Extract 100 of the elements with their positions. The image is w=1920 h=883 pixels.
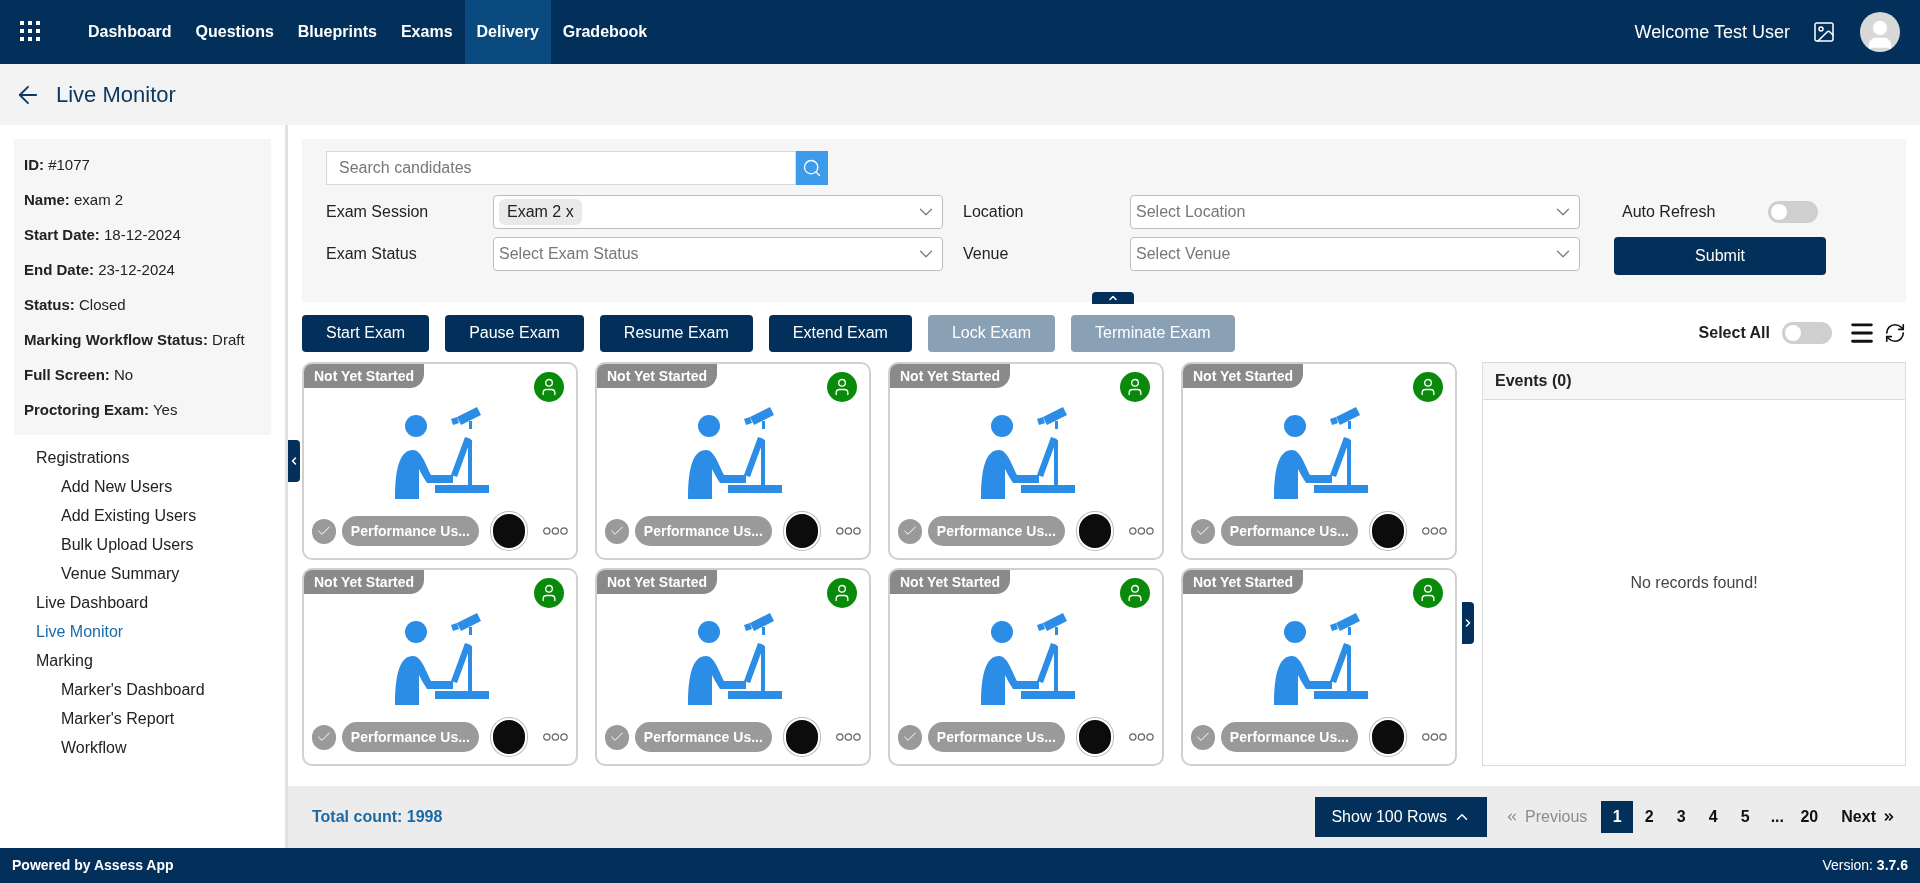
search-icon xyxy=(802,158,822,178)
sidebar-item[interactable]: Marking xyxy=(0,646,285,675)
toggle-switch[interactable] xyxy=(1768,201,1818,223)
toggle-switch[interactable] xyxy=(1782,322,1832,344)
exam-status-select[interactable]: Select Exam Status xyxy=(493,237,943,271)
status-tag: Not Yet Started xyxy=(1183,570,1304,594)
auto-refresh-label: Auto Refresh xyxy=(1622,202,1716,222)
sidebar-item[interactable]: Add Existing Users xyxy=(0,501,285,530)
candidate-name: Performance Us... xyxy=(927,722,1065,752)
select-placeholder: Select Venue xyxy=(1136,244,1231,264)
info-line: Start Date: 18-12-2024 xyxy=(24,225,181,245)
next-link[interactable]: Next xyxy=(1841,805,1896,829)
expand-events-tab[interactable] xyxy=(1462,602,1474,644)
powered-by-text: Powered by Assess App xyxy=(12,856,174,875)
page-button[interactable]: 5 xyxy=(1729,801,1762,833)
candidate-name: Performance Us... xyxy=(634,722,772,752)
candidate-name: Performance Us... xyxy=(634,516,772,546)
search-button[interactable] xyxy=(796,151,828,185)
status-tag: Not Yet Started xyxy=(597,570,718,594)
page-button[interactable]: 2 xyxy=(1633,801,1666,833)
webcam-placeholder xyxy=(490,512,528,550)
three-circles-icon[interactable] xyxy=(543,732,568,742)
events-title: Events (0) xyxy=(1495,371,1572,391)
nav-tab[interactable]: Questions xyxy=(183,0,286,64)
candidate-name: Performance Us... xyxy=(927,516,1065,546)
submit-button[interactable]: Submit xyxy=(1614,237,1826,275)
collapse-sidebar-tab[interactable] xyxy=(288,440,300,482)
status-tag: Not Yet Started xyxy=(890,364,1011,388)
three-circles-icon[interactable] xyxy=(1422,526,1447,536)
three-circles-icon[interactable] xyxy=(836,526,861,536)
select-placeholder: Select Exam Status xyxy=(499,244,639,264)
info-line: Marking Workflow Status: Draft xyxy=(24,330,245,350)
three-circles-icon[interactable] xyxy=(1129,526,1154,536)
info-line: Full Screen: No xyxy=(24,365,134,385)
candidate-name: Performance Us... xyxy=(341,516,479,546)
webcam-placeholder xyxy=(1076,512,1114,550)
exam-session-select[interactable]: Exam 2 x xyxy=(493,195,943,229)
webcam-placeholder xyxy=(1076,718,1114,756)
version-text: Version: 3.7.6 xyxy=(1822,856,1908,875)
webcam-placeholder xyxy=(783,718,821,756)
location-select[interactable]: Select Location xyxy=(1130,195,1580,229)
rows-per-page-button[interactable]: Show 100 Rows xyxy=(1315,797,1488,837)
action-button[interactable]: Start Exam xyxy=(302,314,430,352)
sidebar-item[interactable]: Marker's Dashboard xyxy=(0,675,285,704)
field-label: Exam Session xyxy=(326,202,430,222)
refresh-icon[interactable] xyxy=(1884,322,1906,344)
info-line: Status: Closed xyxy=(24,295,126,315)
collapse-filter-tab[interactable] xyxy=(1092,292,1134,304)
nav-tab[interactable]: Blueprints xyxy=(285,0,389,64)
select-placeholder: Select Location xyxy=(1136,202,1246,222)
webcam-placeholder xyxy=(1369,512,1407,550)
field-label: Location xyxy=(963,202,1025,222)
sidebar-item[interactable]: Add New Users xyxy=(0,472,285,501)
webcam-placeholder xyxy=(490,718,528,756)
candidate-name: Performance Us... xyxy=(1220,722,1358,752)
action-button[interactable]: Resume Exam xyxy=(599,314,753,352)
page-title: Live Monitor xyxy=(56,81,176,109)
three-circles-icon[interactable] xyxy=(836,732,861,742)
nav-tab[interactable]: Exams xyxy=(388,0,465,64)
double-chevron-right-icon xyxy=(1882,810,1896,824)
page-button[interactable]: 3 xyxy=(1665,801,1698,833)
sidebar-item[interactable]: Registrations xyxy=(0,443,285,472)
sidebar-item[interactable]: Marker's Report xyxy=(0,704,285,733)
sidebar-item[interactable]: Bulk Upload Users xyxy=(0,530,285,559)
status-tag: Not Yet Started xyxy=(597,364,718,388)
avatar[interactable] xyxy=(1860,12,1900,52)
three-circles-icon[interactable] xyxy=(1129,732,1154,742)
sidebar-item[interactable]: Live Dashboard xyxy=(0,588,285,617)
page-button[interactable]: 4 xyxy=(1697,801,1730,833)
action-button[interactable]: Extend Exam xyxy=(768,314,912,352)
sidebar-item[interactable]: Venue Summary xyxy=(0,559,285,588)
search-field[interactable]: Search candidates xyxy=(326,151,796,185)
status-tag: Not Yet Started xyxy=(1183,364,1304,388)
welcome-text: Welcome Test User xyxy=(1634,20,1790,44)
three-circles-icon[interactable] xyxy=(543,526,568,536)
sidebar-item[interactable]: Live Monitor xyxy=(0,617,285,646)
info-line: Proctoring Exam: Yes xyxy=(24,400,178,420)
page-button[interactable]: ... xyxy=(1761,801,1794,833)
nav-tab[interactable]: Dashboard xyxy=(76,0,184,64)
sidebar-item[interactable]: Workflow xyxy=(0,733,285,762)
venue-select[interactable]: Select Venue xyxy=(1130,237,1580,271)
candidate-name: Performance Us... xyxy=(341,722,479,752)
selected-chip[interactable]: Exam 2 x xyxy=(499,199,582,225)
total-count: Total count: 1998 xyxy=(312,807,443,827)
three-circles-icon[interactable] xyxy=(1422,732,1447,742)
status-tag: Not Yet Started xyxy=(304,570,425,594)
nav-tab[interactable]: Gradebook xyxy=(550,0,660,64)
status-tag: Not Yet Started xyxy=(890,570,1011,594)
nav-tab[interactable]: Delivery xyxy=(464,0,551,64)
image-icon[interactable] xyxy=(1812,20,1836,44)
action-button[interactable]: Pause Exam xyxy=(445,314,584,352)
empty-message: No records found! xyxy=(1630,572,1758,593)
apps-grid-icon[interactable] xyxy=(20,21,42,43)
page-button[interactable]: 20 xyxy=(1793,801,1826,833)
info-line: End Date: 23-12-2024 xyxy=(24,260,175,280)
page-button[interactable]: 1 xyxy=(1601,801,1634,833)
field-label: Exam Status xyxy=(326,244,418,264)
candidate-name: Performance Us... xyxy=(1220,516,1358,546)
select-all-label: Select All xyxy=(1698,323,1770,343)
info-line: Name: exam 2 xyxy=(24,190,124,210)
